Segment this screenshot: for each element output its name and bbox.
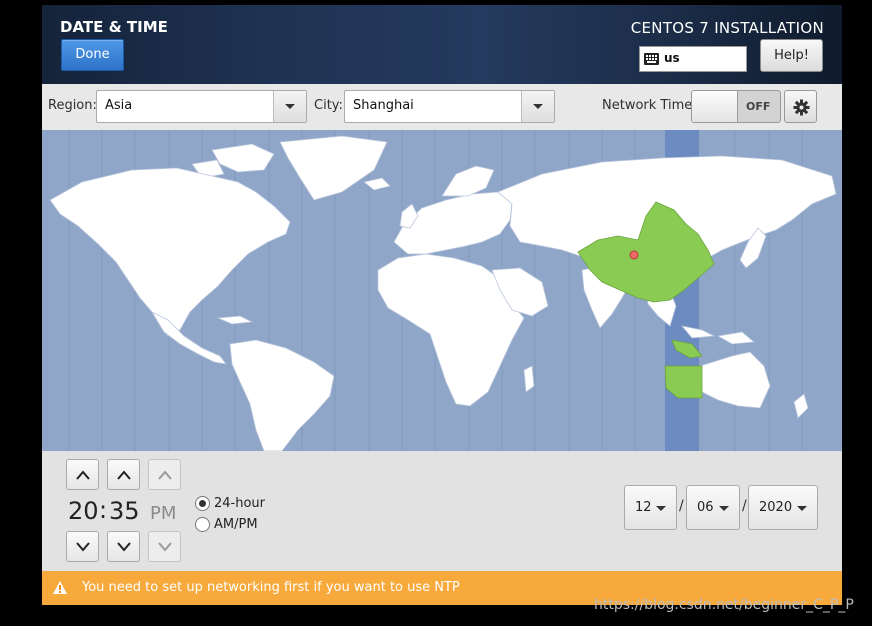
chevron-down-icon [76,542,90,552]
hours-display[interactable]: 20 [68,497,99,525]
watermark-text: https://blog.csdn.net/beginner_C_P_P [594,597,854,613]
format-24-hour-label[interactable]: 24-hour [214,496,265,511]
keyboard-layout-indicator[interactable]: us [639,46,747,72]
month-value: 12 [635,500,652,515]
ampm-increase-button[interactable] [148,459,181,490]
city-label: City: [314,98,343,113]
network-time-toggle[interactable]: OFF [691,90,781,123]
timezone-toolbar: Region: Asia City: Shanghai Network Time… [42,84,842,130]
datetime-controls: 20 : 35 PM 24-hour AM/PM 12 / 06 / 2020 [42,451,842,571]
ntp-settings-button[interactable] [784,90,817,123]
year-value: 2020 [759,500,793,515]
time-separator: : [99,496,108,524]
product-title: CENTOS 7 INSTALLATION [630,19,824,37]
minute-increase-button[interactable] [107,459,140,490]
header-bar: DATE & TIME Done CENTOS 7 INSTALLATION u… [42,5,842,84]
location-pin-icon [629,250,639,260]
help-button[interactable]: Help! [760,39,823,72]
network-time-label: Network Time [602,98,693,113]
warning-text: You need to set up networking first if y… [82,580,460,595]
date-separator: / [742,498,747,514]
format-24-hour-radio[interactable] [195,496,210,511]
hour-decrease-button[interactable] [66,531,99,562]
region-combo[interactable]: Asia [96,90,307,123]
chevron-down-icon [797,506,807,511]
chevron-up-icon [117,470,131,480]
region-value: Asia [105,98,133,113]
ampm-decrease-button[interactable] [148,531,181,562]
world-map-graphic[interactable] [42,130,842,451]
chevron-up-icon [76,470,90,480]
hour-increase-button[interactable] [66,459,99,490]
format-ampm-radio[interactable] [195,517,210,532]
format-ampm-label[interactable]: AM/PM [214,517,258,532]
chevron-down-icon [719,506,729,511]
warning-icon [53,581,67,594]
day-select[interactable]: 06 [686,485,740,530]
keyboard-icon [644,53,659,65]
keyboard-layout-label: us [664,51,680,65]
region-label: Region: [48,98,97,113]
year-select[interactable]: 2020 [748,485,818,530]
city-combo[interactable]: Shanghai [344,90,555,123]
installer-window: DATE & TIME Done CENTOS 7 INSTALLATION u… [42,5,842,605]
minute-decrease-button[interactable] [107,531,140,562]
timezone-map[interactable] [42,130,842,451]
chevron-down-icon [656,506,666,511]
gear-icon [793,99,810,116]
toggle-knob[interactable] [692,91,738,122]
chevron-down-icon [158,542,172,552]
day-value: 06 [697,500,714,515]
minutes-display[interactable]: 35 [109,497,140,525]
toggle-state-label: OFF [746,100,771,113]
done-button[interactable]: Done [61,39,124,71]
chevron-down-icon[interactable] [273,91,306,122]
date-separator: / [679,498,684,514]
ampm-display: PM [150,503,177,524]
chevron-down-icon [117,542,131,552]
month-select[interactable]: 12 [624,485,677,530]
chevron-down-icon[interactable] [521,91,554,122]
screen-title: DATE & TIME [60,18,168,36]
city-value: Shanghai [353,98,414,113]
chevron-up-icon [158,470,172,480]
